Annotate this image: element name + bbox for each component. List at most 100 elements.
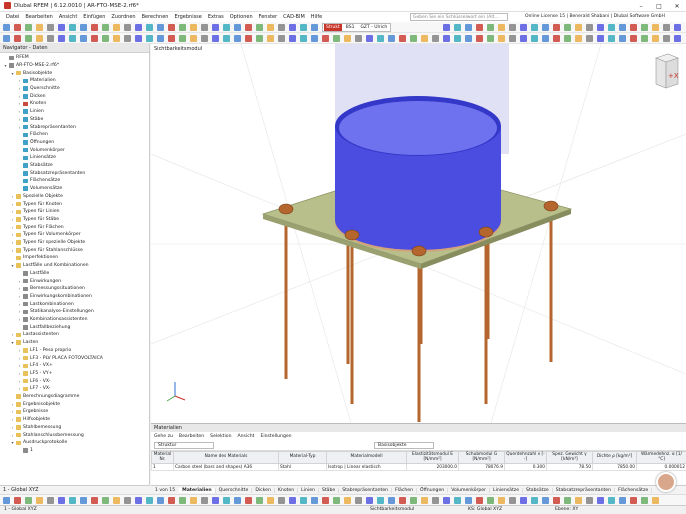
toolbar-button-icon[interactable] — [586, 497, 593, 504]
toolbar-button-icon[interactable] — [190, 35, 197, 42]
toolbar-button-icon[interactable] — [69, 35, 76, 42]
table-cell[interactable]: 78076.9 — [458, 463, 505, 471]
toolbar-button-icon[interactable] — [80, 35, 87, 42]
toolbar-button-icon[interactable] — [300, 24, 307, 31]
toolbar-button-icon[interactable] — [179, 35, 186, 42]
chevron-right-icon[interactable]: › — [17, 86, 22, 91]
toolbar-button-icon[interactable] — [289, 497, 296, 504]
tree-item[interactable]: › Typen für Volumenkörper — [10, 231, 81, 239]
tree-item[interactable]: Berechnungsdiagramme — [10, 393, 79, 401]
column-header[interactable]: Material-Typ — [278, 451, 327, 464]
tree-item[interactable]: › Hilfsobjekte — [10, 416, 50, 424]
table-cell[interactable]: Stahl — [278, 463, 327, 471]
toolbar-button-icon[interactable] — [245, 24, 252, 31]
toolbar-button-icon[interactable] — [597, 497, 604, 504]
chevron-right-icon[interactable]: › — [10, 194, 15, 199]
toolbar-button-icon[interactable] — [234, 35, 241, 42]
toolbar-button-icon[interactable] — [608, 497, 615, 504]
toolbar-button-icon[interactable] — [498, 35, 505, 42]
toolbar-button-icon[interactable] — [47, 35, 54, 42]
menu-einfuegen[interactable]: Einfügen — [80, 14, 108, 20]
toolbar-button-icon[interactable] — [69, 24, 76, 31]
menu-cad-bim[interactable]: CAD-BIM — [280, 14, 308, 20]
chevron-right-icon[interactable]: › — [17, 356, 22, 361]
toolbar-button-icon[interactable] — [102, 24, 109, 31]
chevron-right-icon[interactable]: › — [10, 225, 15, 230]
chevron-right-icon[interactable]: › — [17, 302, 22, 307]
toolbar-button-icon[interactable] — [146, 35, 153, 42]
toolbar-button-icon[interactable] — [25, 497, 32, 504]
chevron-right-icon[interactable]: › — [17, 317, 22, 322]
toolbar-button-icon[interactable] — [58, 497, 65, 504]
chevron-right-icon[interactable]: › — [17, 125, 22, 130]
toolbar-button-icon[interactable] — [278, 497, 285, 504]
toolbar-button-icon[interactable] — [608, 24, 615, 31]
toolbar-button-icon[interactable] — [498, 497, 505, 504]
tree-item[interactable]: › Typen für Stäbe — [10, 216, 59, 224]
column-header[interactable]: Querdehnzahl ν [--] — [504, 451, 547, 464]
tab-4[interactable]: Linien — [298, 487, 319, 493]
toolbar-button-icon[interactable] — [179, 497, 186, 504]
toolbar-button-icon[interactable] — [256, 24, 263, 31]
tree-item[interactable]: › Einwirkungen — [17, 277, 61, 285]
toolbar-button-icon[interactable] — [531, 24, 538, 31]
toolbar-button-icon[interactable] — [80, 497, 87, 504]
toolbar-button-icon[interactable] — [245, 35, 252, 42]
toolbar-button-icon[interactable] — [47, 497, 54, 504]
toolbar-button-icon[interactable] — [157, 24, 164, 31]
toolbar-button-icon[interactable] — [168, 24, 175, 31]
chevron-right-icon[interactable]: › — [10, 217, 15, 222]
loadcase-selector[interactable]: Strukt BS1 GZT - Ulrich — [322, 23, 392, 32]
toolbar-button-icon[interactable] — [80, 24, 87, 31]
toolbar-button-icon[interactable] — [652, 497, 659, 504]
chevron-right-icon[interactable]: › — [10, 402, 15, 407]
tree-item[interactable]: 1 — [17, 447, 33, 455]
table-cell[interactable]: 7850.00 — [592, 463, 637, 471]
tree-item[interactable]: › LF4 - VX+ — [17, 362, 53, 370]
chevron-right-icon[interactable]: › — [10, 202, 15, 207]
toolbar-button-icon[interactable] — [630, 497, 637, 504]
toolbar-button-icon[interactable] — [245, 497, 252, 504]
toolbar-button-icon[interactable] — [553, 24, 560, 31]
tree-item[interactable]: › LF6 - VX- — [17, 377, 51, 385]
chevron-right-icon[interactable]: › — [17, 363, 22, 368]
toolbar-button-icon[interactable] — [113, 35, 120, 42]
menu-ansicht[interactable]: Ansicht — [56, 14, 80, 20]
toolbar-button-icon[interactable] — [663, 24, 670, 31]
toolbar-button-icon[interactable] — [102, 35, 109, 42]
toolbar-button-icon[interactable] — [564, 35, 571, 42]
toolbar-button-icon[interactable] — [586, 24, 593, 31]
toolbar-button-icon[interactable] — [498, 24, 505, 31]
toolbar-button-icon[interactable] — [674, 24, 681, 31]
toolbar-button-icon[interactable] — [399, 497, 406, 504]
toolbar-button-icon[interactable] — [135, 497, 142, 504]
tree-item[interactable]: › Typen für Flächen — [10, 223, 64, 231]
toolbar-button-icon[interactable] — [300, 497, 307, 504]
tree-item[interactable]: Stabsatzrepräsentanten — [17, 170, 85, 178]
toolbar-button-icon[interactable] — [223, 24, 230, 31]
toolbar-button-icon[interactable] — [564, 24, 571, 31]
tab-1[interactable]: Querschnitte — [216, 487, 253, 493]
toolbar-button-icon[interactable] — [157, 497, 164, 504]
tab-6[interactable]: Stabrepräsentanten — [339, 487, 393, 493]
toolbar-button-icon[interactable] — [355, 35, 362, 42]
menu-datei[interactable]: Datei — [3, 14, 22, 20]
toolbar-button-icon[interactable] — [223, 35, 230, 42]
tab-3[interactable]: Knoten — [275, 487, 299, 493]
tree-item[interactable]: › Einwirkungskombinationen — [17, 293, 92, 301]
toolbar-button-icon[interactable] — [597, 24, 604, 31]
toolbar-button-icon[interactable] — [14, 35, 21, 42]
tree-item[interactable]: › Typen für Knoten — [10, 200, 62, 208]
tree-item[interactable]: › LF3 - PLV PLACA FOTOVOLTAICA — [17, 354, 103, 362]
model-render[interactable] — [151, 44, 686, 423]
tree-item[interactable]: › Statikanalyse-Einstellungen — [17, 308, 94, 316]
toolbar-button-icon[interactable] — [201, 24, 208, 31]
toolbar-button-icon[interactable] — [333, 35, 340, 42]
chevron-right-icon[interactable]: › — [17, 309, 22, 314]
toolbar-button-icon[interactable] — [608, 35, 615, 42]
toolbar-button-icon[interactable] — [454, 24, 461, 31]
chevron-right-icon[interactable]: › — [10, 332, 15, 337]
tree-item[interactable]: › Stäbe — [17, 116, 44, 124]
tree-item[interactable]: ▾ Lastfälle und Kombinationen — [10, 262, 88, 270]
toolbar-button-icon[interactable] — [113, 24, 120, 31]
